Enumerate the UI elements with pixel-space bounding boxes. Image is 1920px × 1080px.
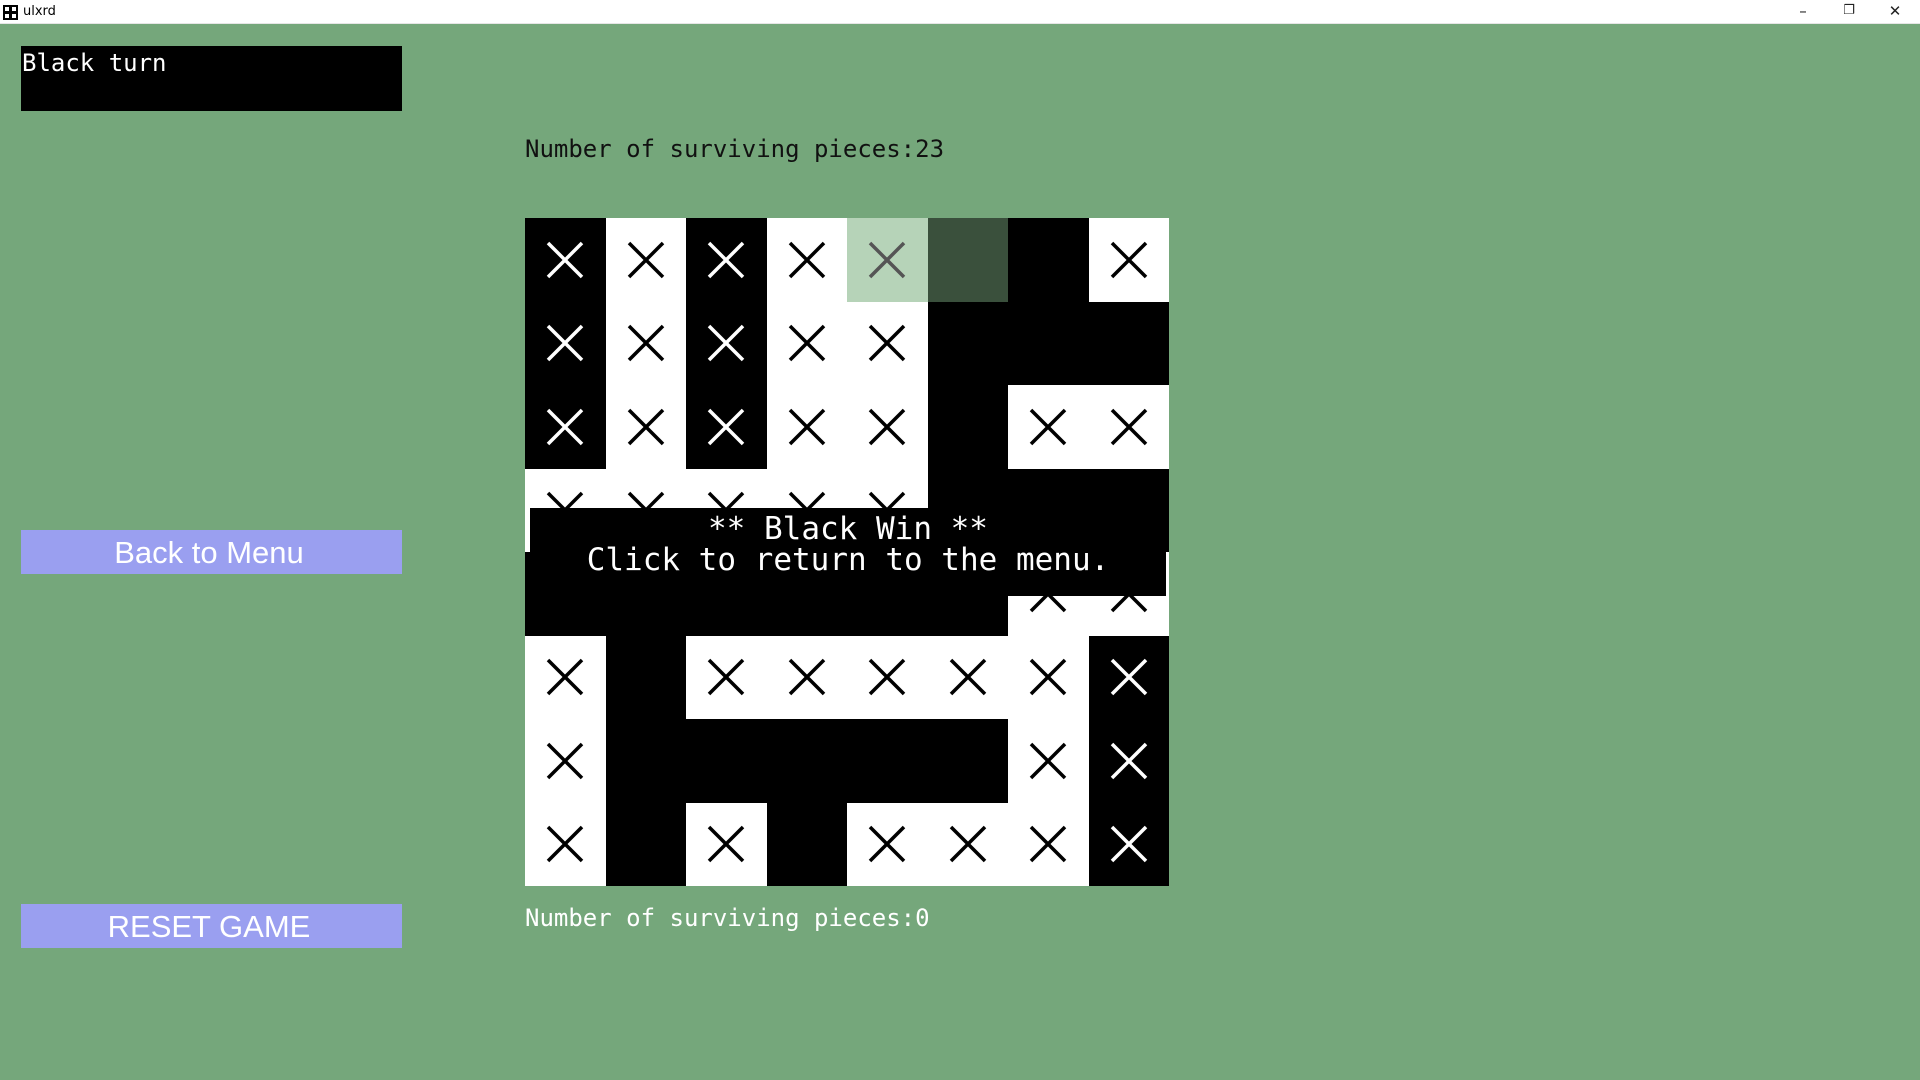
board-cell[interactable] [686,385,767,469]
x-mark-icon [708,408,745,445]
board-cell[interactable] [605,635,686,719]
x-mark-icon [708,325,745,362]
board-cell[interactable] [525,385,606,469]
x-mark-icon [547,826,584,863]
x-mark-icon [708,659,745,696]
title-bar: ulxrd – ❐ ✕ [0,0,1920,24]
x-mark-icon [788,241,825,278]
board-cell[interactable] [1008,719,1089,803]
board-cell[interactable] [605,218,686,302]
x-mark-icon [869,659,906,696]
win-title: ** Black Win ** [708,511,988,547]
x-mark-icon [547,325,584,362]
board-cell[interactable] [1008,635,1089,719]
board-cell[interactable] [686,802,767,886]
board-cell[interactable] [847,802,928,886]
x-mark-icon [869,325,906,362]
board-cell[interactable] [1088,385,1169,469]
board-cell[interactable] [927,218,1008,302]
board-cell[interactable] [605,719,686,803]
x-mark-icon [788,659,825,696]
board-cell[interactable] [847,301,928,385]
board-cell[interactable] [847,635,928,719]
x-mark-icon [1030,408,1067,445]
x-mark-icon [627,325,664,362]
black-surviving-count: Number of surviving pieces:0 [525,904,930,932]
board-cell[interactable] [927,301,1008,385]
board-cell[interactable] [766,301,847,385]
back-to-menu-button[interactable]: Back to Menu [21,530,402,574]
board-cell[interactable] [766,802,847,886]
board-cell[interactable] [927,802,1008,886]
board-cell[interactable] [766,719,847,803]
x-mark-icon [788,325,825,362]
win-message-overlay[interactable]: ** Black Win ** Click to return to the m… [530,508,1166,596]
board-cell[interactable] [1008,802,1089,886]
board-cell[interactable] [1088,301,1169,385]
x-mark-icon [1110,241,1147,278]
x-mark-icon [1030,659,1067,696]
board-cell[interactable] [605,385,686,469]
white-surviving-count: Number of surviving pieces:23 [525,135,945,163]
board-cell[interactable] [686,218,767,302]
board-cell[interactable] [1008,301,1089,385]
board-cell[interactable] [1088,635,1169,719]
board-cell[interactable] [927,385,1008,469]
board-cell[interactable] [605,802,686,886]
x-mark-icon [547,408,584,445]
x-mark-icon [788,408,825,445]
minimize-icon[interactable]: – [1780,0,1826,24]
board-cell[interactable] [847,719,928,803]
x-mark-icon [869,826,906,863]
x-mark-icon [708,241,745,278]
turn-indicator: Black turn [21,46,402,111]
x-mark-icon [547,659,584,696]
board-cell[interactable] [686,719,767,803]
x-mark-icon [869,408,906,445]
board-cell[interactable] [1088,802,1169,886]
x-mark-icon [627,241,664,278]
board-cell[interactable] [766,218,847,302]
x-mark-icon [949,659,986,696]
x-mark-icon [1110,826,1147,863]
x-mark-icon [1110,742,1147,779]
board-cell[interactable] [1088,719,1169,803]
board-cell[interactable] [525,301,606,385]
board-cell[interactable] [766,635,847,719]
x-mark-icon [949,826,986,863]
window-title: ulxrd [23,4,56,19]
x-mark-icon [1030,826,1067,863]
x-mark-icon [1030,742,1067,779]
x-mark-icon [869,241,906,278]
board-cell[interactable] [766,385,847,469]
reset-game-button[interactable]: RESET GAME [21,904,402,948]
x-mark-icon [1110,659,1147,696]
x-mark-icon [627,408,664,445]
board-cell[interactable] [1008,385,1089,469]
board-cell[interactable] [686,635,767,719]
board-cell[interactable] [927,719,1008,803]
board-cell[interactable] [927,635,1008,719]
x-mark-icon [547,742,584,779]
restore-icon[interactable]: ❐ [1826,0,1872,24]
board-cell[interactable] [605,301,686,385]
board-cell[interactable] [525,218,606,302]
board-cell[interactable] [1008,218,1089,302]
board-cell[interactable] [847,385,928,469]
board-cell[interactable] [1088,218,1169,302]
app-icon [3,5,18,20]
board-cell[interactable] [686,301,767,385]
x-mark-icon [547,241,584,278]
board-cell[interactable] [525,719,606,803]
board-cell[interactable] [525,802,606,886]
close-icon[interactable]: ✕ [1872,0,1918,24]
x-mark-icon [708,826,745,863]
board-cell[interactable] [847,218,928,302]
win-instruction: Click to return to the menu. [586,542,1110,578]
x-mark-icon [1110,408,1147,445]
board-cell[interactable] [525,635,606,719]
